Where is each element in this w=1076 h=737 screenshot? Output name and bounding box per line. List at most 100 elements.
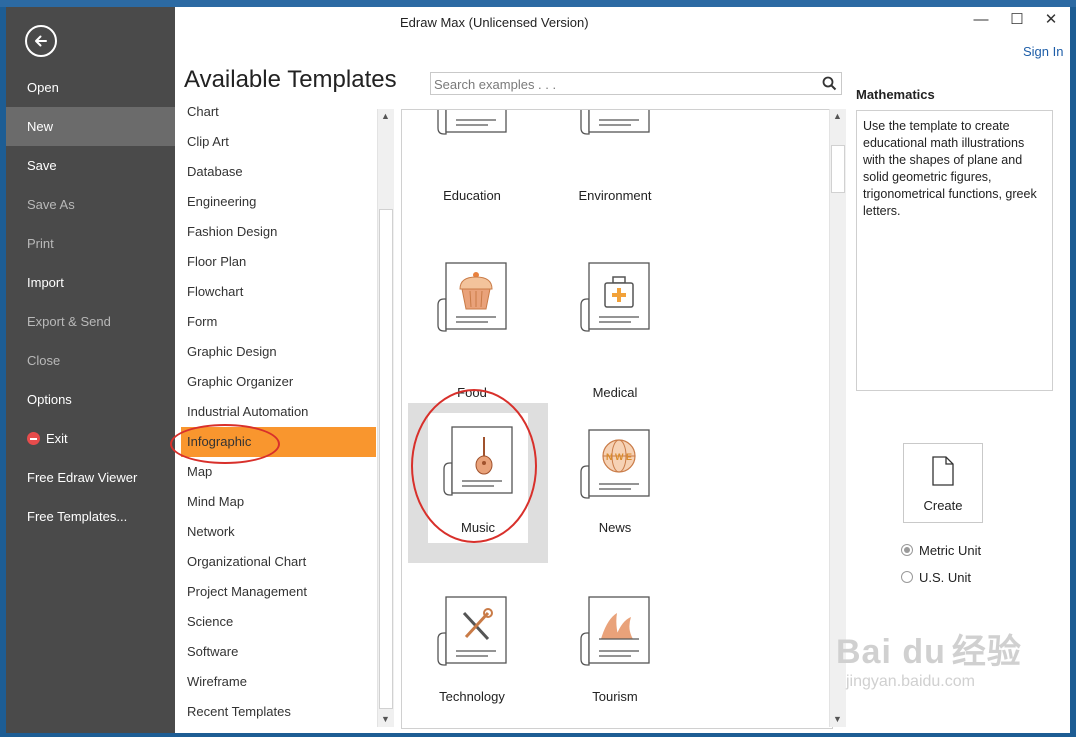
create-button-label: Create [923,498,963,513]
category-item[interactable]: Recent Templates [181,697,376,726]
template-medical[interactable]: Medical [545,239,685,400]
category-item[interactable]: Graphic Design [181,337,376,367]
menu-free-edraw-viewer[interactable]: Free Edraw Viewer [6,458,175,497]
minimize-icon: — [973,11,989,28]
watermark-brand: Bai du [836,633,946,671]
close-button[interactable]: ✕ [1042,11,1060,29]
menu-import-label: Import [27,275,64,290]
menu-open-label: Open [27,80,59,95]
menu-options[interactable]: Options [6,380,175,419]
search-input[interactable] [434,76,814,92]
scroll-up-arrow-icon[interactable]: ▲ [378,109,393,124]
menu-free-templates[interactable]: Free Templates... [6,497,175,536]
template-education[interactable]: Education [402,110,542,203]
menu-exit-label: Exit [46,431,68,446]
category-item[interactable]: Science [181,607,376,637]
menu-export-send-label: Export & Send [27,314,111,329]
template-food[interactable]: Food [402,239,542,400]
maximize-button[interactable]: ☐ [1008,11,1026,29]
baidu-watermark: Bai du 经验 jingyan.baidu.com [836,624,1022,691]
category-item[interactable]: Floor Plan [181,247,376,277]
opera-house-icon [580,596,650,666]
menu-options-label: Options [27,392,72,407]
metric-unit-radio[interactable] [901,544,913,556]
menu-save-as[interactable]: Save As [6,185,175,224]
menu-new-label: New [27,119,54,134]
template-tourism[interactable]: Tourism [545,573,685,728]
category-item[interactable]: Mind Map [181,487,376,517]
category-scrollbar[interactable]: ▲ ▼ [377,109,394,727]
template-description: Use the template to create educational m… [856,110,1053,391]
exit-icon [27,432,40,445]
category-list: Chart Clip Art Database Engineering Fash… [181,105,395,726]
menu-export-send[interactable]: Export & Send [6,302,175,341]
template-label: Medical [592,385,638,400]
maximize-icon: ☐ [1010,11,1024,28]
metric-unit-option[interactable]: Metric Unit [901,543,981,558]
scroll-thumb[interactable] [831,145,845,193]
menu-free-templates-label: Free Templates... [27,509,128,524]
menu-print[interactable]: Print [6,224,175,263]
category-item[interactable]: Database [181,157,376,187]
category-item[interactable]: Flowchart [181,277,376,307]
menu-new[interactable]: New [6,107,175,146]
scroll-down-arrow-icon[interactable]: ▼ [378,712,393,727]
annotation-circle-infographic [170,424,280,464]
category-item[interactable]: Wireframe [181,667,376,697]
globe-nwe-icon: N W E [580,429,650,499]
template-label: Education [443,188,501,203]
template-environment[interactable]: Environment [545,110,685,203]
watermark-cn: 经验 [951,633,1022,671]
template-news[interactable]: N W E News [545,406,685,566]
category-item[interactable]: Graphic Organizer [181,367,376,397]
template-technology[interactable]: Technology [402,573,542,728]
category-item[interactable]: Chart [181,105,376,127]
menu-save-as-label: Save As [27,197,75,212]
search-box [430,72,842,95]
category-item[interactable]: Engineering [181,187,376,217]
cupcake-icon [437,262,507,332]
back-arrow-icon[interactable] [25,25,57,57]
metric-unit-label: Metric Unit [919,543,982,558]
category-item[interactable]: Software [181,637,376,667]
menu-save[interactable]: Save [6,146,175,185]
scroll-thumb[interactable] [379,209,393,709]
menu-open[interactable]: Open [6,68,175,107]
wrench-screwdriver-icon [437,596,507,666]
menu-close-label: Close [27,353,61,368]
watermark-url: jingyan.baidu.com [846,673,975,690]
us-unit-radio[interactable] [901,571,913,583]
building-tree-icon [580,110,650,135]
create-button[interactable]: Create [903,443,983,523]
category-item[interactable]: Network [181,517,376,547]
us-unit-option[interactable]: U.S. Unit [901,570,971,585]
close-icon: ✕ [1044,11,1058,28]
template-label: News [598,520,632,535]
new-document-icon [932,456,954,486]
scroll-up-arrow-icon[interactable]: ▲ [830,109,845,124]
category-item[interactable]: Industrial Automation [181,397,376,427]
window-title: Edraw Max (Unlicensed Version) [400,15,589,30]
minimize-button[interactable]: — [972,11,990,29]
menu-free-edraw-viewer-label: Free Edraw Viewer [27,470,138,485]
template-label: Technology [439,689,505,704]
category-item[interactable]: Organizational Chart [181,547,376,577]
category-item[interactable]: Project Management [181,577,376,607]
search-icon[interactable] [822,76,837,96]
globe-letters: N W E [606,452,632,462]
sign-in-link[interactable]: Sign In [1023,44,1063,59]
template-detail-title: Mathematics [856,87,935,102]
first-aid-kit-icon [580,262,650,332]
desktop-taskbar-strip [0,0,1076,7]
template-label: Tourism [592,689,638,704]
menu-import[interactable]: Import [6,263,175,302]
menu-close[interactable]: Close [6,341,175,380]
scroll-down-arrow-icon[interactable]: ▼ [830,712,845,727]
template-label: Environment [578,188,652,203]
category-item[interactable]: Fashion Design [181,217,376,247]
category-item[interactable]: Form [181,307,376,337]
menu-exit[interactable]: Exit [6,419,175,458]
menu-print-label: Print [27,236,54,251]
category-item[interactable]: Clip Art [181,127,376,157]
page-title: Available Templates [184,66,397,93]
